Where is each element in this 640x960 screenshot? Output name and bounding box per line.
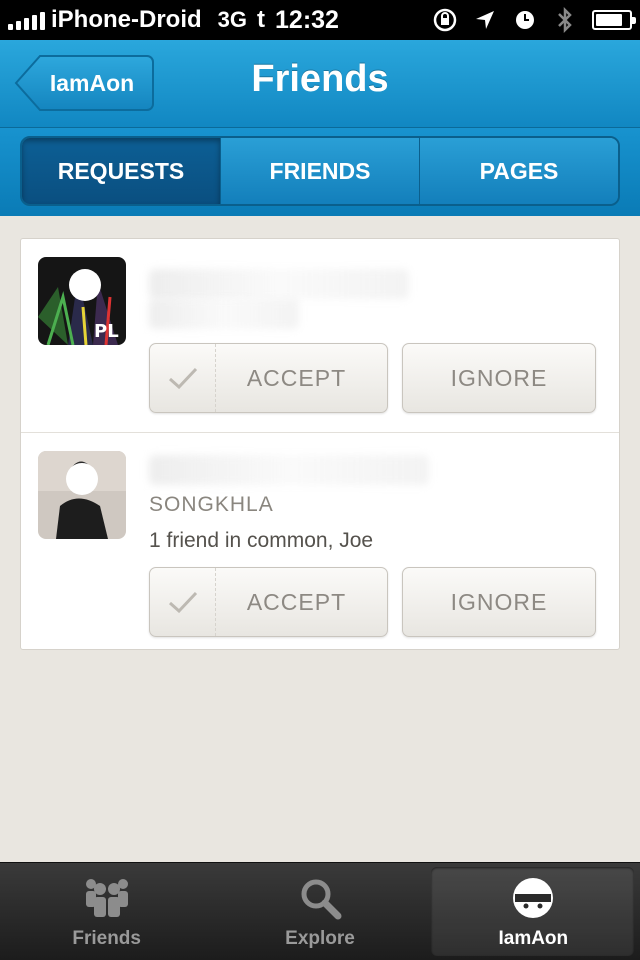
tab-bar: Friends Explore IamAon (0, 862, 640, 960)
accept-label: ACCEPT (246, 588, 347, 615)
battery-icon (592, 10, 636, 30)
location-arrow-icon (472, 7, 498, 33)
bluetooth-icon (552, 7, 578, 33)
blurred-name (149, 455, 429, 485)
signal-strength-icon (8, 10, 45, 30)
segment-bar: REQUESTS FRIENDS PAGES (0, 128, 640, 216)
carrier-name: iPhone-Droid (51, 6, 202, 33)
tab-explore[interactable]: Explore (213, 863, 426, 960)
blurred-name (149, 269, 409, 299)
people-icon (83, 872, 131, 924)
segment-requests[interactable]: REQUESTS (22, 138, 221, 204)
page-title: Friends (251, 58, 389, 100)
requests-list-area: PL ACCEPT IGNORE SONGKHLA 1 friend in co… (0, 216, 640, 862)
tab-profile[interactable]: IamAon (427, 863, 640, 960)
ignore-button[interactable]: IGNORE (402, 567, 596, 637)
alarm-clock-icon (512, 7, 538, 33)
mutual-friends-text: 1 friend in common, Joe (149, 529, 374, 552)
svg-text:PL: PL (94, 321, 119, 342)
accept-button[interactable]: ACCEPT (149, 343, 388, 413)
status-time: 12:32 (275, 5, 339, 34)
tab-friends[interactable]: Friends (0, 863, 213, 960)
requests-card: PL ACCEPT IGNORE SONGKHLA 1 friend in co… (20, 238, 620, 650)
tab-friends-label: Friends (72, 928, 141, 949)
check-icon (150, 344, 216, 412)
location-text: SONGKHLA (149, 493, 274, 516)
profile-face-icon (511, 872, 555, 924)
avatar[interactable] (38, 451, 126, 539)
status-bar: iPhone-Droid 3G t 12:32 (0, 0, 640, 40)
network-type: 3G (217, 7, 248, 32)
navigation-bar: IamAon Friends (0, 40, 640, 128)
search-icon (298, 872, 342, 924)
twitter-icon: t (257, 6, 266, 33)
avatar[interactable]: PL (38, 257, 126, 345)
rotation-lock-icon (432, 7, 458, 33)
ignore-button[interactable]: IGNORE (402, 343, 596, 413)
segmented-control: REQUESTS FRIENDS PAGES (20, 136, 620, 206)
segment-pages[interactable]: PAGES (420, 138, 618, 204)
check-icon (150, 568, 216, 636)
blurred-subtitle (149, 299, 299, 329)
tab-profile-label: IamAon (498, 928, 569, 949)
accept-button[interactable]: ACCEPT (149, 567, 388, 637)
request-item: SONGKHLA 1 friend in common, Joe ACCEPT … (21, 433, 619, 649)
segment-friends[interactable]: FRIENDS (221, 138, 420, 204)
accept-label: ACCEPT (246, 364, 347, 391)
tab-explore-label: Explore (285, 928, 355, 949)
request-item: PL ACCEPT IGNORE (21, 239, 619, 433)
